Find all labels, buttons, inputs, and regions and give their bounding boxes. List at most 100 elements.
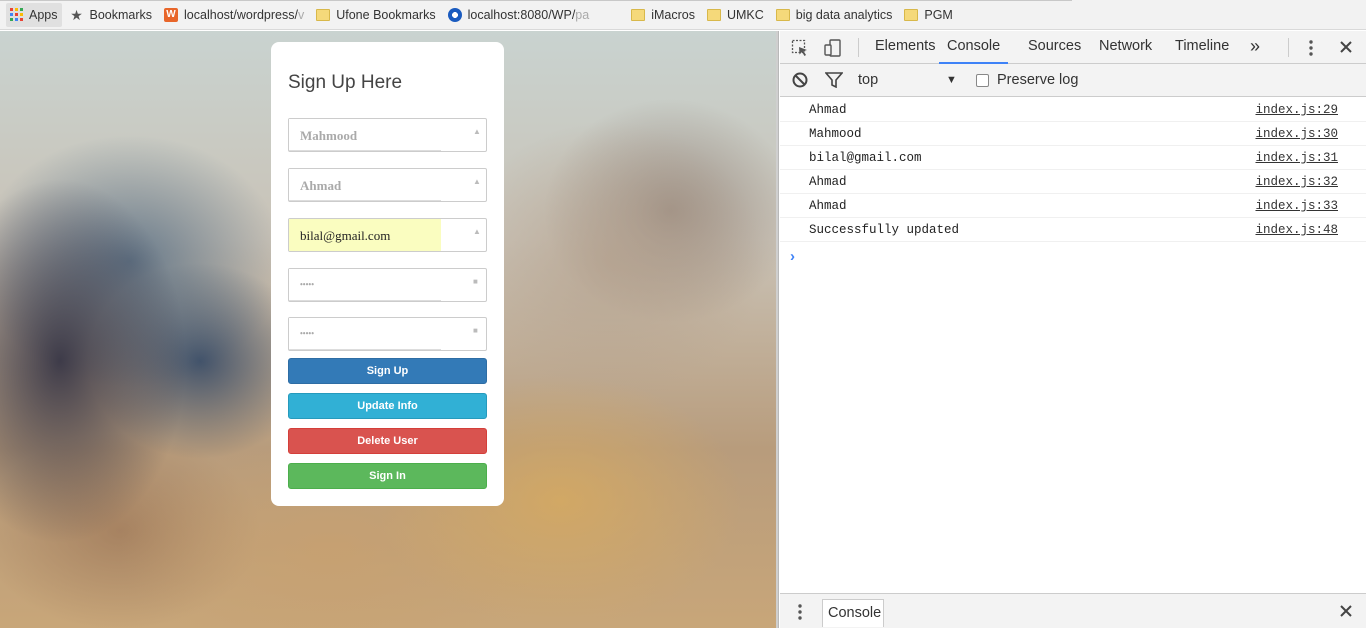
signup-button[interactable]: Sign Up xyxy=(288,358,487,384)
bookmark-umkc[interactable]: UMKC xyxy=(703,3,768,27)
tab-elements[interactable]: Elements xyxy=(875,31,935,64)
bookmark-apps[interactable]: Apps xyxy=(6,2,62,27)
bookmark-label: Bookmarks xyxy=(89,7,153,22)
log-source-link[interactable]: index.js:32 xyxy=(1255,175,1338,189)
bookmark-label: PGM xyxy=(924,7,953,22)
devtools-resize-handle[interactable] xyxy=(776,31,779,628)
tab-console[interactable]: Console xyxy=(939,31,1009,64)
star-icon: ★ xyxy=(70,6,83,23)
preserve-log-label: Preserve log xyxy=(997,72,1079,88)
clear-console-icon[interactable] xyxy=(792,72,808,91)
wordpress-favicon-icon: W xyxy=(164,7,179,22)
tab-sources[interactable]: Sources xyxy=(1028,31,1081,64)
devtools-panel: Elements Console Sources Network Timelin… xyxy=(780,31,1366,628)
console-output: Ahmad index.js:29 Mahmood index.js:30 bi… xyxy=(780,98,1366,265)
field-value: Mahmood xyxy=(300,128,358,143)
filter-icon[interactable] xyxy=(824,72,844,91)
devtools-drawer: Console xyxy=(780,593,1366,628)
bookmark-pgm[interactable]: PGM xyxy=(900,3,956,27)
toolbar-divider xyxy=(858,38,859,57)
confirm-password-field[interactable]: ••••• ■ xyxy=(288,317,487,351)
log-text: Mahmood xyxy=(809,127,862,141)
field-value: Ahmad xyxy=(300,178,342,193)
log-source-link[interactable]: index.js:48 xyxy=(1255,223,1338,237)
console-message: Ahmad index.js:33 xyxy=(780,194,1366,218)
folder-icon xyxy=(706,8,721,21)
log-text: Ahmad xyxy=(809,175,847,189)
field-value: ••••• xyxy=(300,329,315,338)
form-title: Sign Up Here xyxy=(288,72,403,93)
bookmark-big-data[interactable]: big data analytics xyxy=(772,3,897,27)
gear-favicon-icon xyxy=(447,7,462,22)
bookmark-label: big data analytics xyxy=(795,7,893,22)
bookmark-label: Ufone Bookmarks xyxy=(336,7,436,22)
tab-strip-edge xyxy=(0,0,1072,1)
last-name-field[interactable]: Mahmood ▲ xyxy=(288,118,487,152)
apps-grid-icon xyxy=(10,8,23,21)
log-text: Ahmad xyxy=(809,103,847,117)
password-field[interactable]: ••••• ■ xyxy=(288,268,487,302)
bookmark-label: localhost/wordpress/ xyxy=(184,7,298,22)
folder-icon xyxy=(775,8,790,21)
chevron-down-icon[interactable]: ▼ xyxy=(946,74,957,86)
user-icon: ▲ xyxy=(473,177,481,186)
user-icon: ▲ xyxy=(473,227,481,236)
console-message: Ahmad index.js:32 xyxy=(780,170,1366,194)
preserve-log-checkbox[interactable] xyxy=(976,74,989,87)
devtools-tabbar: Elements Console Sources Network Timelin… xyxy=(780,31,1366,64)
console-prompt-icon[interactable]: › xyxy=(790,248,795,265)
bookmark-ufone[interactable]: Ufone Bookmarks xyxy=(312,3,439,27)
page-viewport: Sign Up Here Mahmood ▲ Ahmad ▲ bilal@gma… xyxy=(0,31,776,628)
update-info-button[interactable]: Update Info xyxy=(288,393,487,419)
console-message: Mahmood index.js:30 xyxy=(780,122,1366,146)
bookmark-localhost-wp[interactable]: localhost:8080/WP/pa xyxy=(444,3,594,27)
console-toolbar: top ▼ Preserve log xyxy=(780,64,1366,97)
log-source-link[interactable]: index.js:30 xyxy=(1255,127,1338,141)
signin-button[interactable]: Sign In xyxy=(288,463,487,489)
folder-icon xyxy=(631,8,646,21)
console-message: Ahmad index.js:29 xyxy=(780,98,1366,122)
folder-icon xyxy=(904,8,919,21)
inspect-element-icon[interactable] xyxy=(791,39,809,60)
signup-card: Sign Up Here Mahmood ▲ Ahmad ▲ bilal@gma… xyxy=(271,42,504,506)
field-value: ••••• xyxy=(300,280,315,289)
log-text: Ahmad xyxy=(809,199,847,213)
drawer-tab-console[interactable]: Console xyxy=(822,599,884,627)
log-source-link[interactable]: index.js:31 xyxy=(1255,151,1338,165)
bookmark-label: UMKC xyxy=(726,7,764,22)
log-text: Successfully updated xyxy=(809,223,960,237)
more-tabs-icon[interactable]: » xyxy=(1250,31,1260,64)
log-source-link[interactable]: index.js:29 xyxy=(1255,103,1338,117)
bookmark-label: iMacros xyxy=(651,7,695,22)
toolbar-divider xyxy=(1288,38,1289,57)
field-value: bilal@gmail.com xyxy=(300,228,391,243)
console-message: bilal@gmail.com index.js:31 xyxy=(780,146,1366,170)
console-message: Successfully updated index.js:48 xyxy=(780,218,1366,242)
lock-icon: ■ xyxy=(473,277,478,286)
context-select[interactable]: top xyxy=(858,72,878,88)
bookmark-imacros[interactable]: iMacros xyxy=(627,3,699,27)
tab-timeline[interactable]: Timeline xyxy=(1175,31,1229,64)
delete-user-button[interactable]: Delete User xyxy=(288,428,487,454)
first-name-field[interactable]: Ahmad ▲ xyxy=(288,168,487,202)
log-source-link[interactable]: index.js:33 xyxy=(1255,199,1338,213)
device-toolbar-icon[interactable] xyxy=(823,39,843,60)
close-icon[interactable] xyxy=(1339,40,1353,57)
bookmark-label: Apps xyxy=(29,7,58,22)
email-field[interactable]: bilal@gmail.com ▲ xyxy=(288,218,487,252)
log-text: bilal@gmail.com xyxy=(809,151,922,165)
bookmark-label-fade: pa xyxy=(575,7,590,22)
kebab-menu-icon[interactable] xyxy=(1308,39,1314,60)
bookmark-label: localhost:8080/WP/ xyxy=(467,7,576,22)
bookmark-bookmarks[interactable]: ★ Bookmarks xyxy=(66,3,157,27)
lock-icon: ■ xyxy=(473,326,478,335)
close-drawer-icon[interactable] xyxy=(1339,604,1353,621)
tab-network[interactable]: Network xyxy=(1099,31,1152,64)
folder-icon xyxy=(316,8,331,21)
bookmark-label-fade: v xyxy=(297,7,305,22)
bookmark-wordpress[interactable]: W localhost/wordpress/v xyxy=(160,3,308,27)
bookmark-page[interactable] xyxy=(597,3,623,52)
bookmarks-bar: Apps ★ Bookmarks W localhost/wordpress/v… xyxy=(0,0,1366,52)
user-icon: ▲ xyxy=(473,127,481,136)
drawer-menu-icon[interactable] xyxy=(797,603,803,624)
